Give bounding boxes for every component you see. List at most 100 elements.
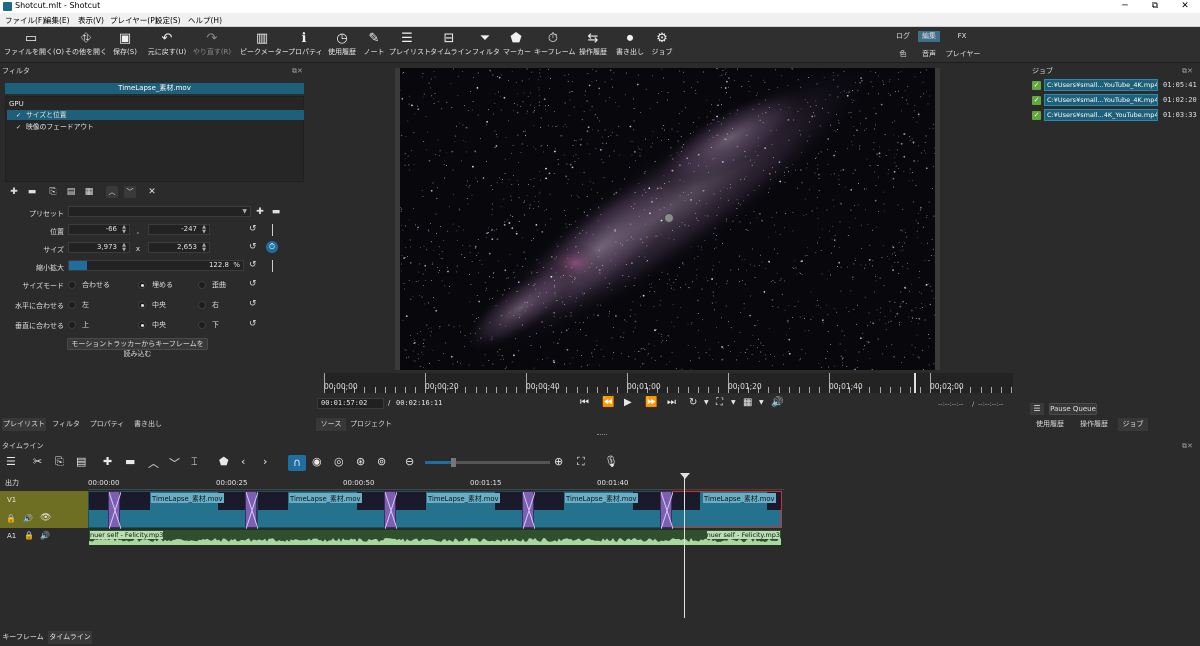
- volume-icon[interactable]: 🔊: [771, 397, 783, 408]
- position-x-spinner[interactable]: -66 ▲ ▼: [68, 224, 130, 235]
- menu-edit[interactable]: 編集(E): [44, 15, 70, 26]
- append-icon[interactable]: ✚: [103, 455, 112, 468]
- transition[interactable]: [108, 491, 121, 529]
- chevron-down-icon[interactable]: ▼: [731, 399, 736, 406]
- move-down-icon[interactable]: ﹀: [124, 186, 136, 198]
- size-width-spinner[interactable]: 3,973 ▲ ▼: [68, 242, 130, 253]
- filter-item-fade-out[interactable]: ✓ 映像のフェードアウト: [7, 122, 304, 132]
- export-button[interactable]: ⏺ 書き出し: [614, 30, 646, 62]
- valign-bottom-radio[interactable]: 下: [198, 320, 219, 330]
- job-row[interactable]: ✓ C:¥Users¥small...YouTube_4K.mp4 01:05:41: [1032, 79, 1200, 91]
- ripple-icon[interactable]: ◎: [334, 455, 344, 468]
- remove-icon[interactable]: ▬: [125, 455, 135, 468]
- copy-icon[interactable]: ⎘: [55, 455, 64, 469]
- track-header-a1[interactable]: A1 🔒 🔊: [0, 529, 88, 545]
- halign-center-radio[interactable]: 中央: [138, 300, 166, 310]
- timeline-clip[interactable]: TimeLapse_素材.mov: [119, 491, 247, 528]
- zoom-in-icon[interactable]: ⊕: [554, 455, 563, 468]
- transition[interactable]: [660, 491, 673, 529]
- load-tracker-keyframes-button[interactable]: モーショントラッカーからキーフレームを読み込む: [67, 338, 208, 358]
- reset-icon[interactable]: ↺: [249, 224, 257, 234]
- spin-down-icon[interactable]: ▼: [200, 248, 208, 253]
- menu-settings[interactable]: 設定(S): [155, 15, 181, 26]
- tab-export[interactable]: 書き出し: [130, 418, 166, 431]
- jobs-button[interactable]: ⚙ ジョブ: [650, 30, 674, 62]
- timeline-panel-float-close-icon[interactable]: ⧉✕: [1182, 442, 1193, 451]
- transition[interactable]: [245, 491, 258, 529]
- tab-source[interactable]: ソース: [316, 418, 346, 431]
- timeline-button[interactable]: ⊟ タイムライン: [430, 30, 472, 62]
- previous-marker-icon[interactable]: ‹: [241, 455, 245, 468]
- chevron-down-icon[interactable]: ▼: [759, 399, 764, 406]
- player-scrubber[interactable]: 00:00;00 00:00;20 00:00;40 00:01;00 00:0…: [324, 373, 1013, 393]
- keyframe-stopwatch-icon[interactable]: ⏱: [266, 241, 278, 253]
- job-row[interactable]: ✓ C:¥Users¥small...YouTube_4K.mp4 01:02:20: [1032, 94, 1200, 106]
- filters-panel-float-close-icon[interactable]: ⧉✕: [292, 67, 303, 76]
- record-audio-icon[interactable]: 🎙: [604, 455, 618, 468]
- size-mode-fill-radio[interactable]: 埋める: [138, 280, 173, 290]
- layout-color-button[interactable]: 色: [894, 49, 912, 60]
- position-y-spinner[interactable]: -247 ▲ ▼: [148, 224, 210, 235]
- tab-history[interactable]: 操作履歴: [1073, 418, 1115, 431]
- tab-project[interactable]: プロジェクト: [348, 418, 394, 431]
- layout-player-button[interactable]: プレイヤー: [945, 49, 981, 60]
- spin-down-icon[interactable]: ▼: [120, 230, 128, 235]
- remove-filter-icon[interactable]: ▬: [26, 186, 38, 198]
- timeline-clip[interactable]: TimeLapse_素材.mov: [257, 491, 386, 528]
- timeline-clip-selected[interactable]: TimeLapse_素材.mov: [671, 491, 782, 528]
- lock-icon[interactable]: 🔒: [6, 514, 16, 523]
- checkbox-checked-icon[interactable]: ✓: [15, 124, 22, 131]
- track-header-v1[interactable]: V1 🔒 🔊 👁: [0, 491, 88, 528]
- menu-file[interactable]: ファイル(F): [5, 15, 45, 26]
- ripple-all-icon[interactable]: ⊛: [356, 455, 365, 468]
- size-mode-distort-radio[interactable]: 歪曲: [198, 280, 226, 290]
- rewind-icon[interactable]: ⏪: [602, 397, 614, 408]
- halign-right-radio[interactable]: 右: [198, 300, 219, 310]
- cut-icon[interactable]: ✂: [33, 455, 42, 468]
- tab-timeline[interactable]: タイムライン: [48, 631, 92, 644]
- spin-down-icon[interactable]: ▼: [200, 230, 208, 235]
- timeline-playhead[interactable]: [684, 473, 685, 618]
- properties-button[interactable]: ℹ プロパティ: [288, 30, 323, 62]
- layout-audio-button[interactable]: 音声: [918, 49, 940, 60]
- undo-button[interactable]: ↶ 元に戻す(U): [147, 30, 187, 62]
- save-button[interactable]: ▣ 保存(S): [110, 30, 140, 62]
- tab-properties[interactable]: プロパティ: [86, 418, 128, 431]
- redo-button[interactable]: ↷ やり直す(R): [192, 30, 232, 62]
- reset-icon[interactable]: ↺: [249, 299, 257, 309]
- copy-filter-icon[interactable]: ⎘: [47, 186, 59, 198]
- spin-down-icon[interactable]: ▼: [120, 248, 128, 253]
- eye-icon[interactable]: 👁: [40, 513, 51, 523]
- halign-left-radio[interactable]: 左: [68, 300, 89, 310]
- reset-icon[interactable]: ↺: [249, 319, 257, 329]
- add-preset-icon[interactable]: ✚: [254, 206, 266, 218]
- lift-icon[interactable]: ︿: [148, 455, 159, 471]
- player-playhead[interactable]: [914, 373, 916, 393]
- peak-meter-button[interactable]: ▥ ピークメーター: [240, 30, 289, 62]
- menu-help[interactable]: ヘルプ(H): [188, 15, 222, 26]
- tab-jobs[interactable]: ジョブ: [1118, 418, 1148, 431]
- remove-preset-icon[interactable]: ▬: [270, 206, 282, 218]
- keyframes-button[interactable]: ⏱ キーフレーム: [534, 30, 575, 62]
- filter-button[interactable]: ⏷ フィルタ: [472, 30, 500, 62]
- transition[interactable]: [522, 491, 535, 529]
- close-button[interactable]: ✕: [1170, 0, 1200, 13]
- timeline-clip[interactable]: TimeLapse_素材.mov: [395, 491, 524, 528]
- zoom-slider-handle[interactable]: [451, 458, 456, 467]
- next-marker-icon[interactable]: ›: [263, 455, 267, 468]
- mute-icon[interactable]: 🔊: [23, 514, 33, 523]
- overwrite-icon[interactable]: ﹀: [169, 455, 180, 471]
- tab-keyframes[interactable]: キーフレーム: [2, 631, 44, 644]
- valign-top-radio[interactable]: 上: [68, 320, 89, 330]
- layout-fx-button[interactable]: FX: [952, 31, 972, 42]
- add-filter-icon[interactable]: ✚: [8, 186, 20, 198]
- tab-playlist[interactable]: プレイリスト: [2, 418, 46, 431]
- mute-icon[interactable]: 🔊: [40, 531, 50, 540]
- layout-edit-button[interactable]: 編集: [918, 31, 940, 42]
- zoom-slider[interactable]: [425, 458, 550, 467]
- size-height-spinner[interactable]: 2,653 ▲ ▼: [148, 242, 210, 253]
- zoom-fit-icon[interactable]: ⛶: [716, 397, 723, 408]
- paste-icon[interactable]: ▤: [76, 455, 86, 468]
- marker-button[interactable]: ⬟ マーカー: [503, 30, 531, 62]
- paste-filter-icon[interactable]: ▤: [65, 186, 77, 198]
